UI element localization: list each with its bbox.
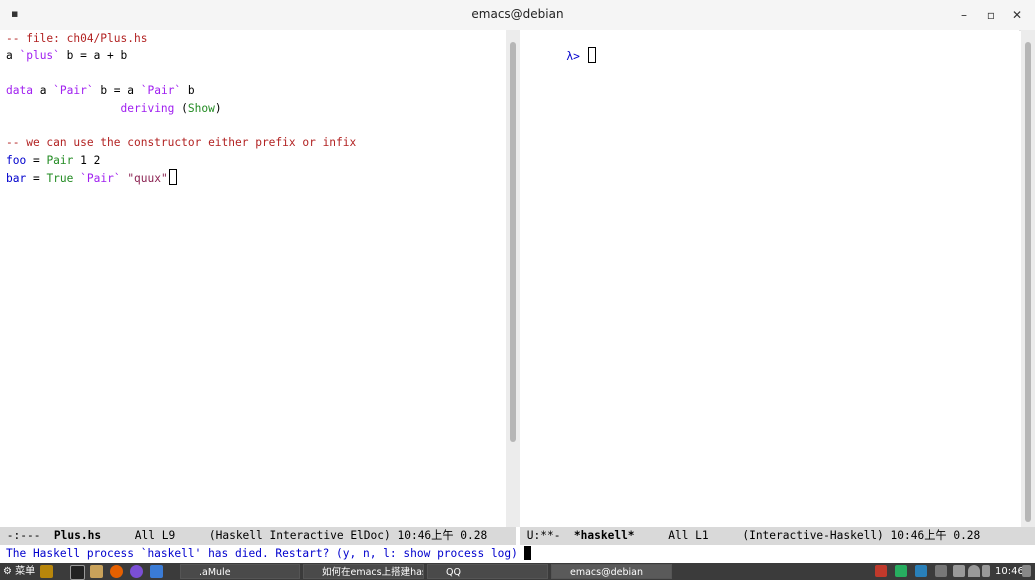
modeline-modes[interactable]: (Haskell Interactive ElDoc): [209, 529, 391, 542]
code-token: Show: [187, 101, 215, 115]
close-button[interactable]: ✕: [1008, 6, 1026, 24]
maximize-button[interactable]: ▫: [982, 6, 1000, 24]
tray-check-icon[interactable]: [895, 565, 907, 577]
minimize-button[interactable]: –: [955, 6, 973, 24]
code-token: `plus`: [19, 49, 60, 63]
taskbar: ⚙ 菜单 .aMule 如何在emacs上搭建has… QQ emacs@deb…: [0, 563, 1035, 580]
task-browser[interactable]: 如何在emacs上搭建has…: [303, 564, 424, 579]
app-launcher-icon[interactable]: [150, 565, 163, 578]
show-desktop-icon[interactable]: [1022, 565, 1031, 577]
battery-icon[interactable]: [982, 565, 990, 577]
code-token: deriving: [120, 101, 175, 115]
code-token: ): [214, 101, 222, 115]
modeline-left[interactable]: -:--- Plus.hs All L9 (Haskell Interactiv…: [0, 527, 516, 545]
repl-pane-haskell[interactable]: λ>: [520, 30, 1019, 527]
code-line[interactable]: data a `Pair` b = a `Pair` b: [6, 82, 356, 99]
task-amule[interactable]: .aMule: [180, 564, 300, 579]
code-line[interactable]: [6, 117, 356, 134]
code-token: (: [174, 101, 188, 115]
repl-prompt: λ>: [566, 50, 580, 64]
code-token: =: [26, 153, 47, 167]
start-menu-button[interactable]: ⚙ 菜单: [3, 563, 35, 580]
terminal-icon[interactable]: [70, 565, 85, 580]
code-line[interactable]: [6, 65, 356, 82]
code-line[interactable]: -- file: ch04/Plus.hs: [6, 30, 356, 47]
code-token: `Pair`: [80, 172, 121, 186]
task-emacs[interactable]: emacs@debian: [551, 564, 672, 579]
modeline-state: -:---: [6, 529, 41, 542]
source-code[interactable]: -- file: ch04/Plus.hs a `plus` b = a + b …: [6, 30, 356, 187]
modeline-buffer-name[interactable]: Plus.hs: [54, 529, 101, 542]
minibuffer-message: The Haskell process `haskell' has died. …: [6, 547, 518, 560]
repl-cursor: [587, 47, 596, 64]
audio-player-icon[interactable]: [40, 565, 53, 578]
emacs-icon[interactable]: [130, 565, 143, 578]
left-scrollbar[interactable]: [506, 30, 520, 527]
left-scrollbar-thumb[interactable]: [510, 42, 516, 442]
bluetooth-icon[interactable]: [915, 565, 927, 577]
task-qq[interactable]: QQ: [427, 564, 548, 579]
code-line[interactable]: deriving (Show): [6, 100, 356, 117]
code-line[interactable]: -- we can use the constructor either pre…: [6, 134, 356, 151]
code-token: b: [181, 84, 195, 98]
code-token: =: [26, 172, 47, 186]
modeline-state: U:**-: [526, 529, 561, 542]
code-token: 1 2: [73, 153, 101, 167]
modeline-time: 10:46上午 0.28: [890, 529, 981, 542]
code-token: -- we can use the constructor either pre…: [6, 136, 357, 150]
code-line[interactable]: bar = True `Pair` "quux": [6, 169, 356, 186]
file-manager-icon[interactable]: [90, 565, 103, 578]
code-token: `Pair`: [140, 84, 182, 98]
repl-content[interactable]: λ>: [526, 30, 596, 64]
code-token: b = a: [93, 84, 141, 98]
modeline-position: All L9: [134, 529, 176, 542]
code-token: -- file: ch04/Plus.hs: [6, 32, 148, 45]
code-line[interactable]: foo = Pair 1 2: [6, 152, 356, 169]
right-scrollbar-thumb[interactable]: [1025, 42, 1031, 522]
clipboard-icon[interactable]: [935, 565, 947, 577]
code-token: True: [46, 172, 74, 186]
minibuffer-cursor: [523, 546, 531, 560]
volume-icon[interactable]: [953, 565, 965, 577]
code-token: a: [6, 49, 20, 63]
modeline-right[interactable]: U:**- *haskell* All L1 (Interactive-Hask…: [520, 527, 1035, 545]
modeline-buffer-name[interactable]: *haskell*: [574, 529, 635, 542]
code-token: `Pair`: [53, 84, 94, 98]
editor-pane-plus-hs[interactable]: -- file: ch04/Plus.hs a `plus` b = a + b …: [0, 30, 506, 527]
code-token: foo: [6, 153, 27, 167]
clock[interactable]: 10:46: [995, 563, 1024, 580]
modeline-time: 10:46上午 0.28: [397, 529, 488, 542]
text-cursor: [168, 169, 177, 186]
right-scrollbar[interactable]: [1021, 30, 1035, 527]
window-title: emacs@debian: [471, 7, 564, 21]
code-token: a: [32, 84, 54, 98]
minibuffer[interactable]: The Haskell process `haskell' has died. …: [0, 545, 1035, 563]
code-line[interactable]: a `plus` b = a + b: [6, 47, 356, 64]
code-token: bar: [6, 172, 27, 186]
modeline-position: All L1: [668, 529, 709, 542]
window-titlebar[interactable]: ▪ emacs@debian – ▫ ✕: [0, 0, 1035, 31]
tray-app-icon[interactable]: [875, 565, 887, 577]
gear-icon: ⚙: [3, 566, 12, 577]
code-token: b = a + b: [59, 49, 128, 63]
code-token: Pair: [46, 153, 74, 167]
code-token: "quux": [127, 172, 168, 186]
code-token: data: [6, 84, 33, 98]
modeline-modes[interactable]: (Interactive-Haskell): [742, 529, 883, 542]
firefox-icon[interactable]: [110, 565, 123, 578]
wifi-icon[interactable]: [968, 565, 980, 577]
